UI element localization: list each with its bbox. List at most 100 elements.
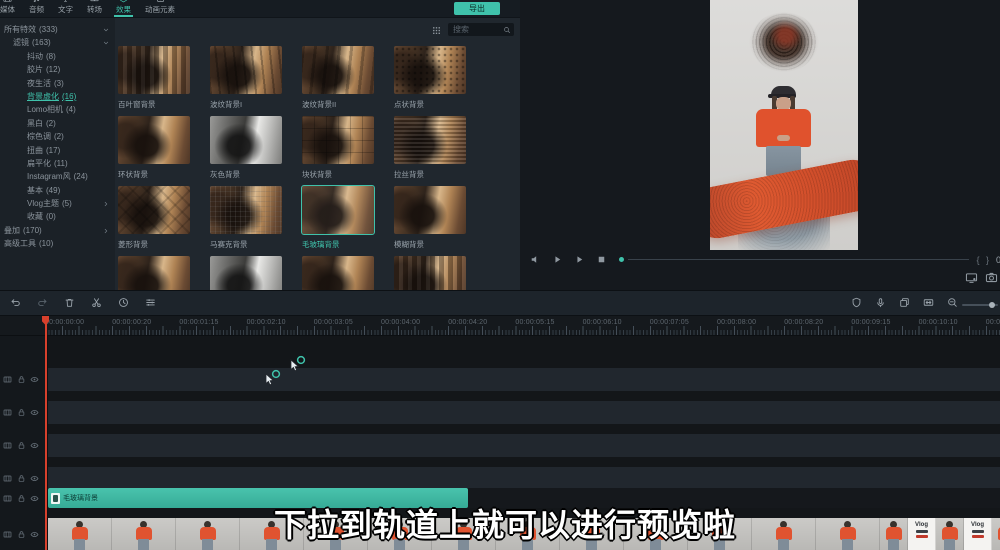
sidebar-item[interactable]: 滤镜(163) <box>0 36 115 49</box>
effect-thumbnail[interactable] <box>394 256 466 290</box>
effect-item[interactable] <box>302 256 374 290</box>
render-shield-icon[interactable] <box>851 297 862 308</box>
chevron-down-icon[interactable] <box>102 26 110 34</box>
timeline-zoom-slider[interactable] <box>962 304 998 306</box>
effect-item[interactable] <box>210 256 282 290</box>
sidebar-item[interactable]: 棕色调(2) <box>0 130 115 143</box>
track-lock-icon[interactable] <box>17 530 26 539</box>
effect-item[interactable]: 模糊背景 <box>394 186 466 256</box>
previous-frame-icon[interactable] <box>552 254 563 265</box>
effect-thumbnail[interactable] <box>394 186 466 234</box>
effect-thumbnail[interactable] <box>118 256 190 290</box>
timeline-track[interactable] <box>48 467 1000 490</box>
effect-thumbnail[interactable] <box>210 116 282 164</box>
tab-audio[interactable]: 音频 <box>22 0 51 17</box>
effect-thumbnail[interactable] <box>210 46 282 94</box>
undo-icon[interactable] <box>10 297 21 308</box>
effect-thumbnail[interactable] <box>118 46 190 94</box>
track-visibility-icon[interactable] <box>30 494 39 503</box>
effect-thumbnail[interactable] <box>302 256 374 290</box>
chevron-right-icon[interactable] <box>102 227 110 235</box>
effect-item[interactable]: 点状背景 <box>394 46 466 116</box>
search-icon[interactable] <box>503 26 511 34</box>
timeline-track[interactable] <box>48 368 1000 391</box>
sidebar-item[interactable]: 胶片(12) <box>0 63 115 76</box>
timeline-zoom-slider-handle[interactable] <box>989 302 995 308</box>
timeline-track[interactable] <box>48 434 1000 457</box>
playback-progress-bar[interactable] <box>628 259 969 260</box>
mute-icon[interactable] <box>530 254 541 265</box>
redo-icon[interactable] <box>37 297 48 308</box>
tab-elements[interactable]: 动画元素 <box>138 0 182 17</box>
effect-thumbnail[interactable] <box>302 186 374 234</box>
playhead-line[interactable] <box>45 316 47 550</box>
chevron-down-icon[interactable] <box>102 39 110 47</box>
effect-item[interactable]: 菱形背景 <box>118 186 190 256</box>
timeline-track[interactable] <box>48 401 1000 424</box>
tab-text[interactable]: 文字 <box>51 0 80 17</box>
effect-thumbnail[interactable] <box>394 46 466 94</box>
effect-item[interactable] <box>118 256 190 290</box>
sidebar-item[interactable]: Lomo相机(4) <box>0 103 115 116</box>
search-input[interactable] <box>451 25 503 34</box>
track-visibility-icon[interactable] <box>30 474 39 483</box>
effect-thumbnail[interactable] <box>118 186 190 234</box>
zoom-out-icon[interactable] <box>947 297 958 308</box>
record-voiceover-icon[interactable] <box>875 297 886 308</box>
track-visibility-icon[interactable] <box>30 375 39 384</box>
zoom-to-fit-icon[interactable] <box>923 297 934 308</box>
display-settings-icon[interactable] <box>965 271 978 284</box>
effect-thumbnail[interactable] <box>302 116 374 164</box>
sidebar-item[interactable]: 收藏(0) <box>0 210 115 223</box>
track-visibility-icon[interactable] <box>30 530 39 539</box>
sidebar-item[interactable]: 抖动(8) <box>0 50 115 63</box>
effect-thumbnail[interactable] <box>210 256 282 290</box>
sidebar-item[interactable]: 扭曲(17) <box>0 144 115 157</box>
timeline-ruler[interactable]: 00:00:00:0000:00:00:2000:00:01:1500:00:0… <box>0 316 1000 336</box>
export-button[interactable]: 导出 <box>454 2 500 15</box>
speed-clock-icon[interactable] <box>118 297 129 308</box>
effect-item[interactable]: 拉丝背景 <box>394 116 466 186</box>
mark-in-out-icon[interactable]: { } <box>976 255 991 265</box>
effect-item[interactable]: 块状背景 <box>302 116 374 186</box>
sidebar-item[interactable]: Instagram风(24) <box>0 170 115 183</box>
track-visibility-icon[interactable] <box>30 441 39 450</box>
sidebar-item[interactable]: 基本(49) <box>0 184 115 197</box>
search-box[interactable] <box>448 23 514 36</box>
track-manager-icon[interactable] <box>145 297 156 308</box>
sidebar-item[interactable]: 叠加(170) <box>0 224 115 237</box>
effect-item[interactable]: 灰色背景 <box>210 116 282 186</box>
effect-thumbnail[interactable] <box>210 186 282 234</box>
effect-thumbnail[interactable] <box>118 116 190 164</box>
track-visibility-icon[interactable] <box>30 408 39 417</box>
effect-item[interactable]: 百叶窗背景 <box>118 46 190 116</box>
stop-icon[interactable] <box>596 254 607 265</box>
sidebar-item[interactable]: 背景虚化(16) <box>0 90 115 103</box>
sidebar-item[interactable]: Vlog主题(5) <box>0 197 115 210</box>
tab-effects[interactable]: 效果 <box>109 0 138 17</box>
snapshot-layers-icon[interactable] <box>899 297 910 308</box>
sidebar-item[interactable]: 夜生活(3) <box>0 77 115 90</box>
play-icon[interactable] <box>574 254 585 265</box>
track-lock-icon[interactable] <box>17 494 26 503</box>
effect-thumbnail[interactable] <box>394 116 466 164</box>
effect-item[interactable]: 波纹背景I <box>210 46 282 116</box>
chevron-right-icon[interactable] <box>102 200 110 208</box>
playback-progress-handle[interactable] <box>619 257 624 262</box>
track-lock-icon[interactable] <box>17 474 26 483</box>
snapshot-camera-icon[interactable] <box>985 271 998 284</box>
track-lock-icon[interactable] <box>17 375 26 384</box>
sidebar-item[interactable]: 所有特效(333) <box>0 23 115 36</box>
tab-transition[interactable]: 转场 <box>80 0 109 17</box>
sidebar-item[interactable]: 黑白(2) <box>0 117 115 130</box>
effect-item[interactable]: 马赛克背景 <box>210 186 282 256</box>
tab-media[interactable]: 媒体 <box>0 0 22 17</box>
effect-item[interactable]: 毛玻璃背景 <box>302 186 374 256</box>
effect-item[interactable]: 环状背景 <box>118 116 190 186</box>
delete-icon[interactable] <box>64 297 75 308</box>
track-lock-icon[interactable] <box>17 441 26 450</box>
sidebar-item[interactable]: 高级工具(10) <box>0 237 115 250</box>
effect-thumbnail[interactable] <box>302 46 374 94</box>
sidebar-item[interactable]: 扁平化(11) <box>0 157 115 170</box>
effect-item[interactable]: 波纹背景II <box>302 46 374 116</box>
